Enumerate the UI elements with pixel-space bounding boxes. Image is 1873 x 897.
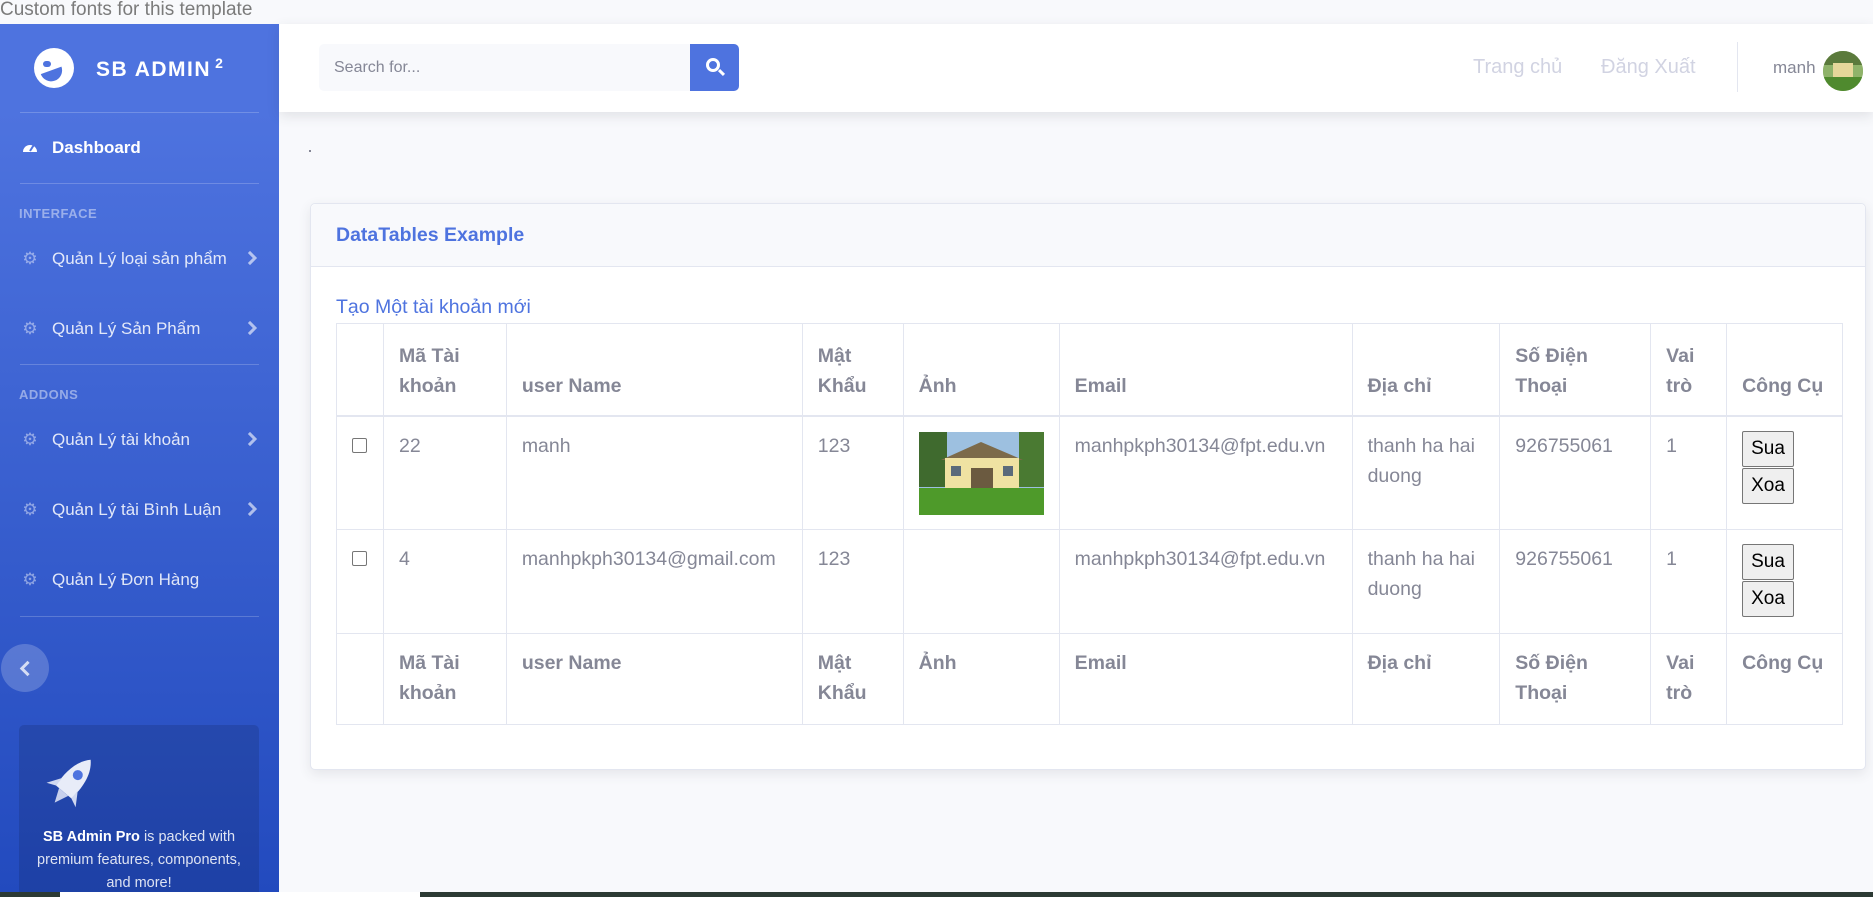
gear-icon: ⚙ (22, 319, 38, 338)
column-header-password[interactable]: Mật Khẩu (801, 323, 904, 417)
table-footer-row: Mã Tài khoản user Name Mật Khẩu Ảnh Emai… (336, 633, 1843, 725)
table-row: 22 manh 123 manhpkph30134@fpt.edu.vn tha… (336, 415, 1843, 530)
card-header: DataTables Example (311, 204, 1865, 267)
sidebar-divider (20, 616, 259, 617)
nav-link-logout[interactable]: Đăng Xuất (1601, 56, 1696, 79)
search-input[interactable] (319, 44, 691, 91)
sidebar-heading-interface: INTERFACE (19, 206, 98, 221)
nav-link-home[interactable]: Trang chủ (1473, 56, 1562, 79)
cell-image (902, 529, 1060, 634)
chevron-right-icon (242, 320, 258, 336)
column-header-role[interactable]: Vai trò (1650, 323, 1728, 417)
template-note: Custom fonts for this template (0, 0, 253, 20)
column-footer-image: Ảnh (902, 633, 1060, 725)
topbar-divider (1737, 42, 1738, 92)
account-image (918, 431, 1044, 515)
create-account-link[interactable]: Tạo Một tài khoản mới (336, 296, 531, 319)
sidebar-toggle-button[interactable] (1, 644, 49, 692)
card-title: DataTables Example (336, 223, 525, 246)
bottom-strip (0, 892, 1873, 897)
gear-icon: ⚙ (22, 570, 38, 589)
cell-email: manhpkph30134@fpt.edu.vn (1058, 415, 1353, 530)
delete-button[interactable]: Xoa (1742, 467, 1794, 504)
column-footer-select (336, 633, 384, 725)
cell-address: thanh ha hai duong (1351, 415, 1501, 530)
chevron-right-icon (242, 431, 258, 447)
edit-button[interactable]: Sua (1742, 544, 1794, 580)
column-header-username[interactable]: user Name (505, 323, 803, 417)
datatable-card: DataTables Example Tạo Một tài khoản mới… (310, 203, 1866, 770)
cell-username: manhpkph30134@gmail.com (505, 529, 803, 634)
row-checkbox[interactable] (352, 551, 367, 566)
sidebar-item-dashboard[interactable]: Dashboard (0, 113, 279, 183)
cell-password: 123 (801, 415, 904, 530)
gear-icon: ⚙ (22, 500, 38, 519)
accounts-table: Mã Tài khoản user Name Mật Khẩu Ảnh Emai… (336, 323, 1843, 725)
column-footer-email: Email (1058, 633, 1353, 725)
sidebar-item-orders[interactable]: ⚙ Quản Lý Đơn Hàng (0, 545, 279, 615)
cell-role: 1 (1650, 415, 1728, 530)
brand-superscript: 2 (215, 54, 225, 71)
gear-icon: ⚙ (22, 249, 38, 268)
chevron-right-icon (242, 250, 258, 266)
column-header-tools: Công Cụ (1726, 323, 1843, 417)
sidebar-promo-card: SB Admin Pro is packed with premium feat… (19, 725, 259, 897)
column-header-id[interactable]: Mã Tài khoản (382, 323, 507, 417)
rocket-icon (46, 759, 91, 808)
column-footer-username: user Name (505, 633, 803, 725)
search-button[interactable] (690, 44, 739, 91)
sidebar-item-products[interactable]: ⚙ Quản Lý Sản Phẩm (0, 294, 279, 364)
sidebar-item-accounts[interactable]: ⚙ Quản Lý tài khoản (0, 405, 279, 475)
stray-dot (309, 150, 311, 152)
column-footer-tools: Công Cụ (1726, 633, 1843, 725)
promo-title: SB Admin Pro (42, 829, 140, 845)
column-footer-address: Địa chỉ (1351, 633, 1501, 725)
sidebar: SB ADMIN 2 Dashboard INTERFACE ⚙ Quản Lý … (0, 24, 279, 897)
row-checkbox[interactable] (352, 437, 367, 453)
cell-username: manh (505, 415, 803, 530)
sidebar-item-label: Quản Lý Đơn Hàng (52, 570, 200, 589)
sidebar-brand[interactable]: SB ADMIN 2 (0, 24, 279, 112)
search-form (319, 44, 739, 91)
edit-button[interactable]: Sua (1742, 430, 1794, 467)
delete-button[interactable]: Xoa (1742, 581, 1794, 617)
cell-email: manhpkph30134@fpt.edu.vn (1058, 529, 1353, 634)
column-header-select (336, 323, 384, 417)
user-name[interactable]: manh (1773, 58, 1816, 78)
topbar: Trang chủ Đăng Xuất manh (279, 24, 1873, 112)
column-header-image[interactable]: Ảnh (902, 323, 1060, 417)
sidebar-item-label: Dashboard (52, 138, 141, 157)
tachometer-icon (20, 138, 40, 158)
sidebar-item-label: Quản Lý tài Bình Luận (52, 500, 222, 519)
brand-name: SB ADMIN (96, 57, 212, 81)
cell-password: 123 (801, 529, 904, 634)
column-footer-id: Mã Tài khoản (382, 633, 507, 725)
cell-id: 22 (382, 415, 507, 530)
column-footer-role: Vai trò (1650, 633, 1728, 725)
column-header-email[interactable]: Email (1058, 323, 1353, 417)
column-footer-phone: Số Điện Thoại (1499, 633, 1652, 725)
sidebar-heading-addons: ADDONS (19, 387, 79, 402)
sidebar-item-comments[interactable]: ⚙ Quản Lý tài Bình Luận (0, 475, 279, 545)
sidebar-item-label: Quản Lý Sản Phẩm (52, 319, 201, 338)
table-header-row: Mã Tài khoản user Name Mật Khẩu Ảnh Emai… (336, 323, 1843, 417)
cell-id: 4 (382, 529, 507, 634)
avatar[interactable] (1823, 51, 1863, 91)
cell-address: thanh ha hai duong (1351, 529, 1501, 634)
table-row: 4 manhpkph30134@gmail.com 123 manhpkph30… (336, 529, 1843, 634)
column-footer-password: Mật Khẩu (801, 633, 904, 725)
cell-phone: 926755061 (1499, 415, 1652, 530)
cell-role: 1 (1650, 529, 1728, 634)
column-header-phone[interactable]: Số Điện Thoại (1499, 323, 1652, 417)
sidebar-item-label: Quản Lý tài khoản (52, 430, 190, 449)
sidebar-item-product-categories[interactable]: ⚙ Quản Lý loại sản phẩm (0, 224, 279, 294)
sidebar-item-label: Quản Lý loại sản phẩm (52, 249, 227, 268)
cell-phone: 926755061 (1499, 529, 1652, 634)
chevron-right-icon (242, 501, 258, 517)
laugh-wink-icon (34, 48, 74, 88)
gear-icon: ⚙ (22, 430, 38, 449)
column-header-address[interactable]: Địa chỉ (1351, 323, 1501, 417)
